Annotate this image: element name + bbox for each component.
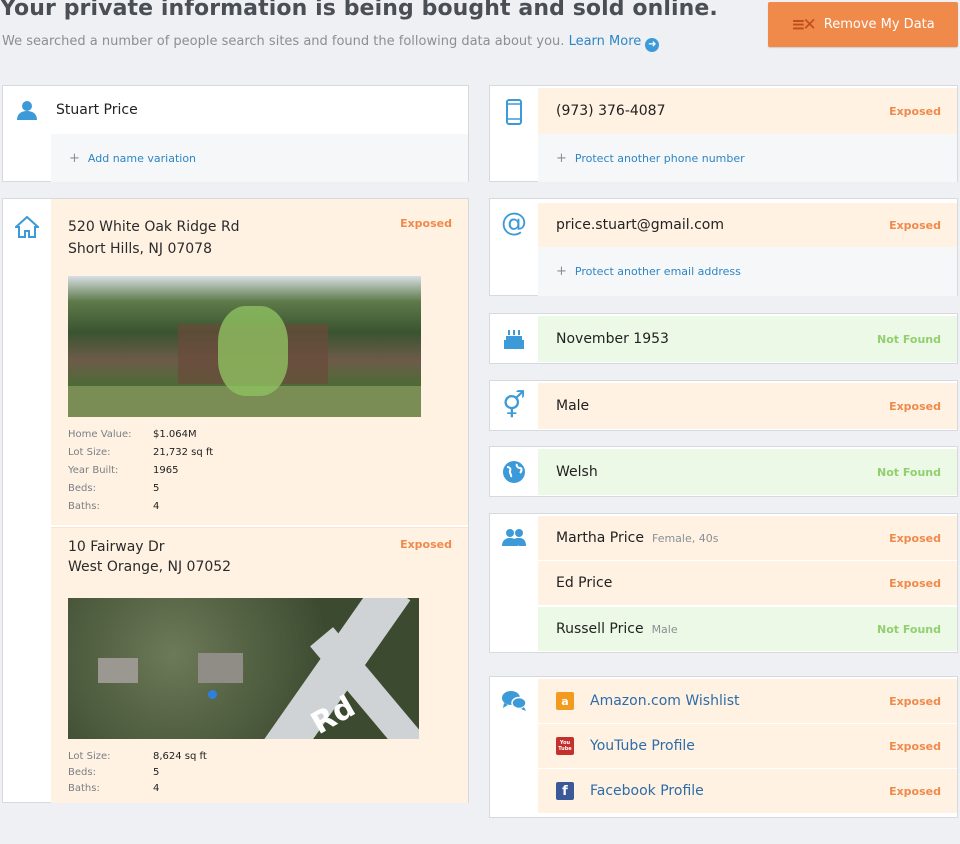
mobile-phone-icon bbox=[500, 98, 528, 126]
amazon-icon: a bbox=[556, 692, 574, 710]
relative-detail: Female, 40s bbox=[651, 532, 719, 545]
people-icon bbox=[500, 524, 528, 552]
email-card: @ price.stuart@gmail.com Exposed + Protec… bbox=[489, 198, 958, 296]
add-name-variation-link[interactable]: + Add name variation bbox=[69, 151, 196, 166]
status-badge: Exposed bbox=[889, 739, 941, 753]
street-view-image bbox=[68, 276, 421, 417]
relative-name: Martha Price bbox=[556, 530, 644, 546]
learn-more-link[interactable]: Learn More ➜ bbox=[568, 34, 660, 52]
plus-icon: + bbox=[556, 150, 567, 166]
birth-date: November 1953 bbox=[556, 331, 669, 347]
gender-card: ⚥ Male Exposed bbox=[489, 380, 958, 431]
learn-more-label: Learn More bbox=[568, 34, 642, 49]
detail-label: Baths: bbox=[68, 501, 100, 512]
status-badge: Exposed bbox=[889, 784, 941, 798]
status-badge: Exposed bbox=[889, 694, 941, 708]
protect-phone-link[interactable]: + Protect another phone number bbox=[556, 151, 745, 166]
arrow-right-icon: ➜ bbox=[645, 38, 660, 52]
status-badge: Exposed bbox=[889, 399, 941, 413]
relative-row: Russell Price Male bbox=[556, 621, 877, 637]
relative-row: Martha Price Female, 40s bbox=[556, 530, 889, 546]
relatives-card: Martha Price Female, 40s Exposed Ed Price… bbox=[489, 513, 958, 653]
detail-label: Lot Size: bbox=[68, 751, 111, 762]
name-card: Stuart Price + Add name variation bbox=[2, 85, 469, 182]
remove-my-data-button[interactable]: ≡✕ Remove My Data bbox=[768, 2, 958, 47]
relative-name: Ed Price bbox=[556, 575, 613, 591]
gender-icon: ⚥ bbox=[502, 391, 526, 421]
detail-label: Beds: bbox=[68, 767, 96, 778]
facebook-icon: f bbox=[556, 782, 574, 800]
social-profiles-card: a Amazon.com Wishlist Exposed You Tube Y… bbox=[489, 676, 958, 818]
globe-icon bbox=[500, 458, 528, 486]
status-badge: Exposed bbox=[889, 576, 941, 590]
detail-value: 4 bbox=[153, 501, 160, 512]
status-badge: Not Found bbox=[876, 622, 941, 636]
relative-name: Russell Price bbox=[556, 621, 644, 637]
remove-list-icon: ≡✕ bbox=[791, 14, 816, 35]
remove-button-label: Remove My Data bbox=[823, 17, 935, 32]
relative-detail: Male bbox=[651, 623, 678, 636]
status-badge: Exposed bbox=[400, 217, 452, 230]
detail-value: 5 bbox=[153, 483, 160, 494]
address-item: 10 Fairway Dr West Orange, NJ 07052 Expo… bbox=[51, 527, 468, 803]
page-subtitle: We searched a number of people search si… bbox=[2, 34, 660, 52]
phone-card: (973) 376-4087 Exposed + Protect another … bbox=[489, 85, 958, 182]
detail-label: Beds: bbox=[68, 483, 96, 494]
detail-label: Year Built: bbox=[68, 465, 119, 476]
detail-value: 1965 bbox=[153, 465, 179, 476]
youtube-profile-link[interactable]: YouTube Profile bbox=[590, 738, 889, 754]
phone-number: (973) 376-4087 bbox=[556, 103, 666, 119]
detail-value: 21,732 sq ft bbox=[153, 447, 214, 458]
protect-email-link[interactable]: + Protect another email address bbox=[556, 264, 741, 279]
detail-value: $1.064M bbox=[153, 429, 197, 440]
ethnicity-card: Welsh Not Found bbox=[489, 446, 958, 497]
address-item: 520 White Oak Ridge Rd Short Hills, NJ 0… bbox=[51, 199, 468, 525]
protect-email-label: Protect another email address bbox=[574, 265, 741, 278]
status-badge: Exposed bbox=[889, 531, 941, 545]
detail-label: Lot Size: bbox=[68, 447, 111, 458]
birthday-card: November 1953 Not Found bbox=[489, 313, 958, 364]
address-line1: 520 White Oak Ridge Rd bbox=[68, 219, 240, 235]
person-icon bbox=[13, 96, 41, 124]
address-line2: West Orange, NJ 07052 bbox=[68, 559, 232, 575]
plus-icon: + bbox=[556, 264, 567, 279]
plus-icon: + bbox=[69, 150, 80, 166]
aerial-map-image: Rd bbox=[68, 598, 419, 739]
chat-bubbles-icon bbox=[500, 687, 528, 715]
status-badge: Exposed bbox=[889, 218, 941, 232]
at-sign-icon: @ bbox=[501, 208, 527, 238]
detail-value: 8,624 sq ft bbox=[153, 751, 207, 762]
detail-value: 5 bbox=[153, 767, 160, 778]
status-badge: Not Found bbox=[876, 332, 941, 346]
address-line2: Short Hills, NJ 07078 bbox=[68, 241, 212, 257]
facebook-profile-link[interactable]: Facebook Profile bbox=[590, 783, 889, 799]
address-card: 520 White Oak Ridge Rd Short Hills, NJ 0… bbox=[2, 198, 469, 803]
subtitle-text: We searched a number of people search si… bbox=[2, 34, 565, 49]
home-icon bbox=[13, 213, 41, 241]
ethnicity-value: Welsh bbox=[556, 464, 598, 480]
status-badge: Exposed bbox=[400, 538, 452, 551]
email-address: price.stuart@gmail.com bbox=[556, 217, 725, 233]
address-line1: 10 Fairway Dr bbox=[68, 539, 165, 555]
protect-phone-label: Protect another phone number bbox=[574, 151, 745, 165]
detail-label: Baths: bbox=[68, 783, 100, 794]
amazon-wishlist-link[interactable]: Amazon.com Wishlist bbox=[590, 693, 889, 709]
page-title: Your private information is being bought… bbox=[0, 0, 718, 21]
person-name: Stuart Price bbox=[56, 102, 138, 118]
youtube-icon: You Tube bbox=[556, 737, 574, 755]
add-name-label: Add name variation bbox=[87, 151, 197, 165]
birthday-cake-icon bbox=[500, 325, 528, 353]
status-badge: Not Found bbox=[876, 465, 941, 479]
gender-value: Male bbox=[556, 398, 590, 414]
detail-label: Home Value: bbox=[68, 429, 132, 440]
status-badge: Exposed bbox=[889, 104, 941, 118]
detail-value: 4 bbox=[153, 783, 160, 794]
